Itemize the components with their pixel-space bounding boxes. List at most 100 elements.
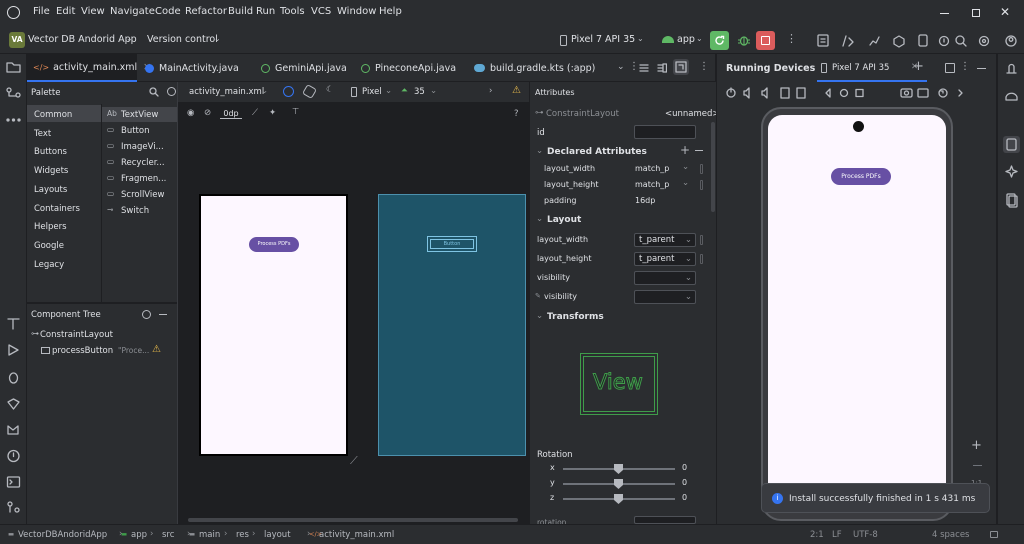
power-icon[interactable] [726, 87, 736, 98]
declared-attr-value[interactable]: match_p [635, 164, 669, 173]
structure-icon[interactable] [6, 87, 21, 98]
preview-process-button[interactable]: Process PDFs [249, 237, 299, 252]
design-preview-screen[interactable]: Process PDFs [199, 194, 348, 456]
chevron-right-icon[interactable] [958, 89, 963, 97]
layout-attr-field[interactable]: t_parent ⌄ [634, 233, 696, 247]
palette-widget-switch[interactable]: ⊸ Switch [102, 203, 177, 218]
layout-attr-field[interactable]: ⌄ [634, 271, 696, 285]
more-options-icon[interactable]: ⋮ [699, 61, 709, 72]
record-icon[interactable] [917, 88, 929, 98]
palette-widget-scrollview[interactable]: ▭ ScrollView [102, 187, 177, 202]
running-devices-icon[interactable] [1003, 136, 1020, 153]
project-name-dropdown[interactable]: Vector DB Andorid App [28, 34, 137, 45]
line-separator[interactable]: LF [832, 530, 842, 540]
clear-constraints-icon[interactable]: ⟋ [252, 108, 258, 118]
menu-code[interactable]: Code [155, 6, 181, 17]
collapse-chevron-icon[interactable]: ⌄ [536, 214, 543, 224]
breadcrumb-item[interactable]: app [131, 530, 147, 540]
tab-list-chevron-icon[interactable]: ⌄ [617, 62, 625, 72]
debug-button[interactable] [737, 33, 751, 47]
volume-down-icon[interactable] [761, 87, 768, 99]
add-attribute-icon[interactable]: + [680, 143, 690, 157]
file-encoding[interactable]: UTF-8 [853, 530, 878, 540]
debug-bug-icon[interactable] [8, 372, 19, 384]
search-icon[interactable] [149, 87, 159, 97]
design-mode-icon[interactable] [283, 86, 294, 97]
chevron-down-icon[interactable]: ⌄ [682, 178, 689, 188]
breadcrumb-item[interactable]: src [162, 530, 174, 540]
menu-refactor[interactable]: Refactor [185, 6, 227, 17]
back-icon[interactable] [825, 88, 831, 98]
night-mode-icon[interactable]: ☾ [326, 85, 334, 95]
more-actions-icon[interactable]: ⋮ [786, 32, 797, 45]
project-folder-icon[interactable] [6, 62, 21, 73]
palette-widget-recycler[interactable]: ▭ Recycler... [102, 155, 177, 170]
terminal-icon[interactable] [6, 476, 21, 488]
breadcrumb-item[interactable]: res [236, 530, 249, 540]
rotation-slider-thumb[interactable] [614, 464, 623, 474]
palette-category-google[interactable]: Google [34, 241, 64, 251]
restore-icon[interactable] [972, 9, 980, 17]
lock-icon[interactable] [990, 531, 998, 538]
rotate-left-icon[interactable] [780, 87, 790, 99]
hide-panel-icon[interactable] [977, 68, 986, 70]
settings-gear-icon[interactable] [167, 87, 176, 96]
tab-mainactivity[interactable]: MainActivity.java [139, 54, 254, 82]
menu-edit[interactable]: Edit [56, 6, 75, 17]
breadcrumb-item[interactable]: VectorDBAndoridApp [18, 530, 107, 540]
resize-handle-icon[interactable]: ⟋ [350, 454, 358, 468]
indent-setting[interactable]: 4 spaces [932, 530, 969, 540]
default-margin-field[interactable]: 0dp [220, 109, 242, 119]
stop-button[interactable] [756, 31, 775, 50]
blueprint-button[interactable]: Button [427, 236, 477, 252]
app-inspection-icon[interactable] [7, 425, 19, 435]
warning-icon[interactable]: ⚠ [512, 85, 521, 96]
problems-icon[interactable] [7, 449, 20, 463]
account-icon[interactable] [1005, 35, 1017, 47]
palette-widget-button[interactable]: ▭ Button [102, 123, 177, 138]
menu-help[interactable]: Help [379, 6, 402, 17]
palette-category-layouts[interactable]: Layouts [34, 185, 67, 195]
view-options-eye-icon[interactable]: ◉ [187, 108, 194, 118]
tree-root-row[interactable]: ⊶ ConstraintLayout [27, 328, 177, 343]
chevron-right-icon[interactable]: › [489, 86, 492, 96]
emulator-screen[interactable]: Process PDFs [768, 115, 946, 513]
code-analysis-icon[interactable] [842, 35, 854, 47]
more-tools-icon[interactable] [6, 118, 21, 122]
resource-picker-icon[interactable] [700, 164, 703, 174]
chevron-down-icon[interactable]: ⌄ [682, 162, 689, 172]
close-window-icon[interactable]: ✕ [1000, 5, 1010, 19]
palette-widget-imagevi[interactable]: ▭ ImageVi... [102, 139, 177, 154]
screenshot-camera-icon[interactable] [900, 88, 913, 98]
attributes-scrollbar[interactable] [711, 122, 715, 212]
api-level-dropdown[interactable]: 35 [414, 87, 425, 97]
guidelines-icon[interactable]: ⊤ [292, 107, 299, 117]
rotation-slider-thumb[interactable] [614, 494, 623, 504]
caret-position[interactable]: 2:1 [810, 530, 824, 540]
menu-window[interactable]: Window [337, 6, 376, 17]
home-icon[interactable] [839, 88, 849, 98]
tab-geminiapi[interactable]: GeminiApi.java [255, 54, 365, 82]
minimize-panel-icon[interactable] [159, 314, 167, 316]
resource-picker-icon[interactable] [700, 180, 703, 190]
run-icon[interactable] [8, 344, 19, 356]
device-selector[interactable]: Pixel 7 API 35 [571, 34, 635, 45]
resource-picker-icon[interactable] [700, 235, 703, 245]
declared-attr-value[interactable]: 16dp [635, 196, 655, 205]
device-dropdown[interactable]: Pixel [362, 87, 382, 97]
palette-category-widgets[interactable]: Widgets [34, 166, 68, 176]
menu-run[interactable]: Run [256, 6, 275, 17]
blueprint-preview-screen[interactable]: Button [378, 194, 526, 456]
palette-category-text[interactable]: Text [34, 129, 51, 139]
code-view-icon[interactable] [639, 63, 649, 73]
layout-window-icon[interactable] [945, 63, 955, 73]
snapshot-icon[interactable] [938, 88, 948, 98]
gemini-sparkle-icon[interactable] [1005, 165, 1018, 178]
id-field[interactable] [634, 125, 696, 139]
palette-category-common[interactable]: Common [34, 110, 72, 120]
collapse-chevron-icon[interactable]: ⌄ [536, 146, 543, 156]
run-config-selector[interactable]: app [677, 34, 695, 45]
sdk-manager-icon[interactable] [893, 35, 905, 48]
device-manager-icon[interactable] [918, 34, 928, 47]
tab-pineconeapi[interactable]: PineconeApi.java [355, 54, 470, 82]
